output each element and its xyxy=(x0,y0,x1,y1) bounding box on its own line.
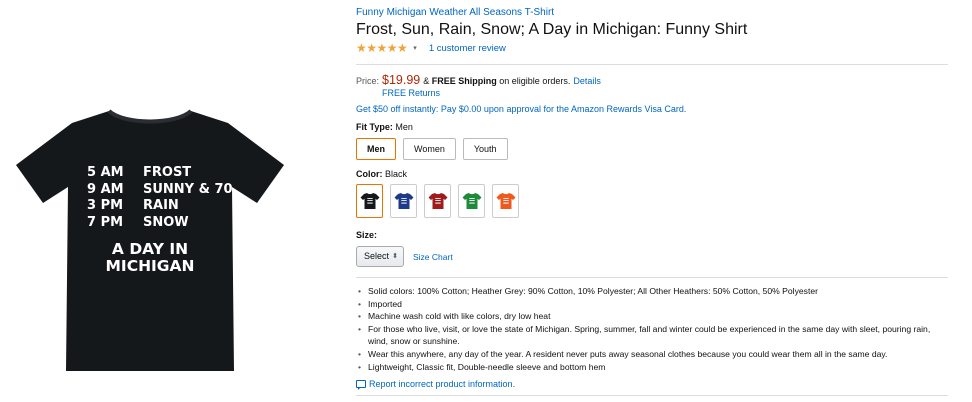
product-details: Funny Michigan Weather All Seasons T-Shi… xyxy=(356,6,948,397)
free-shipping-text: FREE Shipping xyxy=(431,76,497,86)
mini-shirt-icon xyxy=(496,193,515,209)
size-select[interactable]: Select ⬍ xyxy=(356,246,404,267)
details-link[interactable]: Details xyxy=(573,76,601,86)
size-row: Select ⬍ Size Chart xyxy=(356,246,948,267)
color-swatches xyxy=(356,184,948,218)
tshirt-body xyxy=(16,111,284,371)
size-label: Size: xyxy=(356,230,378,240)
divider xyxy=(356,277,948,278)
color-swatch-black[interactable] xyxy=(356,184,383,218)
report-incorrect-info-link[interactable]: Report incorrect product information. xyxy=(356,379,948,391)
fit-option-youth[interactable]: Youth xyxy=(462,138,508,160)
product-title: Frost, Sun, Rain, Snow; A Day in Michiga… xyxy=(356,21,748,38)
product-image[interactable]: 5 AM FROST 9 AM SUNNY & 70 3 PM RAIN 7 P… xyxy=(0,0,330,402)
divider xyxy=(356,395,948,397)
size-chart-link[interactable]: Size Chart xyxy=(413,252,453,262)
tshirt-image xyxy=(16,109,284,371)
divider xyxy=(356,64,948,65)
feature-bullet: Solid colors: 100% Cotton; Heather Grey:… xyxy=(358,285,948,298)
color-label: Color: Black xyxy=(356,169,948,179)
report-text: Report incorrect product information. xyxy=(369,379,516,390)
fit-type-label: Fit Type: Men xyxy=(356,122,948,132)
fit-type-options: Men Women Youth xyxy=(356,138,948,160)
shipping-prefix: & xyxy=(423,76,430,86)
customer-reviews-link[interactable]: 1 customer review xyxy=(429,43,506,54)
color-selected: Black xyxy=(385,169,408,179)
fit-type-title: Fit Type: xyxy=(356,122,393,132)
mini-shirt-icon xyxy=(462,193,481,209)
free-returns-link[interactable]: FREE Returns xyxy=(382,88,948,98)
shipping-suffix: on eligible orders. xyxy=(499,76,571,86)
promo-link[interactable]: Get $50 off instantly: Pay $0.00 upon ap… xyxy=(356,104,948,114)
mini-shirt-icon xyxy=(394,193,413,209)
price-value: $19.99 xyxy=(382,73,421,87)
star-rating-icon[interactable]: ★★★★★ xyxy=(356,41,408,55)
mini-shirt-icon xyxy=(428,193,447,209)
brand-link[interactable]: Funny Michigan Weather All Seasons T-Shi… xyxy=(356,6,948,19)
fit-option-women[interactable]: Women xyxy=(403,138,456,160)
color-title: Color: xyxy=(356,169,383,179)
feature-bullet: For those who live, visit, or love the s… xyxy=(358,323,948,348)
price-row: Price: $19.99 & FREE Shipping on eligibl… xyxy=(356,73,948,87)
feature-bullet: Wear this anywhere, any day of the year.… xyxy=(358,348,948,361)
color-swatch-red[interactable] xyxy=(424,184,451,218)
shipping-info: & FREE Shipping on eligible orders. xyxy=(423,76,570,86)
select-arrows-icon: ⬍ xyxy=(392,253,398,260)
feature-bullet: Lightweight, Classic fit, Double-needle … xyxy=(358,361,948,374)
feature-bullet: Machine wash cold with like colors, dry … xyxy=(358,310,948,323)
mini-shirt-icon xyxy=(360,193,379,209)
color-swatch-navy[interactable] xyxy=(390,184,417,218)
feature-bullets: Solid colors: 100% Cotton; Heather Grey:… xyxy=(356,285,948,373)
feature-bullet: Imported xyxy=(358,298,948,311)
color-swatch-green[interactable] xyxy=(458,184,485,218)
color-swatch-orange[interactable] xyxy=(492,184,519,218)
fit-type-selected: Men xyxy=(395,122,413,132)
size-select-value: Select xyxy=(364,251,390,261)
chevron-down-icon[interactable]: ▾ xyxy=(413,44,417,52)
speech-bubble-icon xyxy=(356,380,366,391)
rating-row: ★★★★★ ▾ 1 customer review xyxy=(356,41,948,55)
price-label: Price: xyxy=(356,76,380,86)
fit-option-men[interactable]: Men xyxy=(356,138,396,160)
